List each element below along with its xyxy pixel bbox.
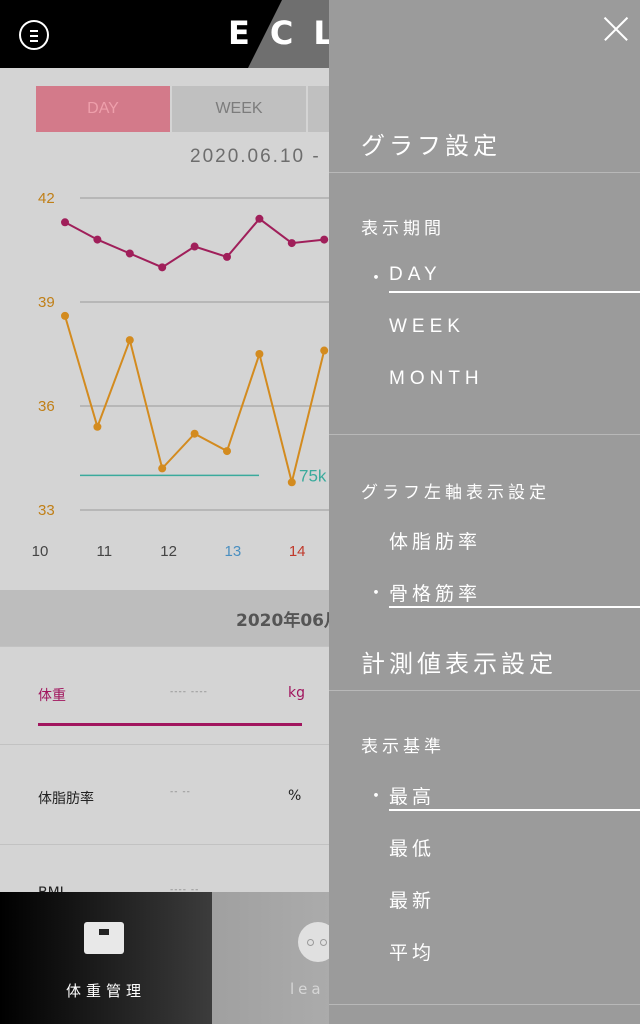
data-point xyxy=(61,311,69,320)
scale-icon xyxy=(84,922,124,954)
menu-icon[interactable] xyxy=(19,20,49,50)
selected-underline xyxy=(38,723,302,726)
metric-value: ---- ---- xyxy=(170,687,208,697)
metric-label: 体重 xyxy=(38,688,66,704)
data-point xyxy=(223,252,231,261)
data-point xyxy=(158,263,167,272)
x-tick-label: 12 xyxy=(160,543,177,560)
selected-underline xyxy=(389,291,640,293)
data-point xyxy=(158,464,167,473)
tab-day[interactable]: DAY xyxy=(36,86,170,132)
basis-option-average[interactable]: 平均 xyxy=(389,938,435,965)
target-label: 75k xyxy=(299,466,327,485)
nav-label: lea xyxy=(290,980,325,998)
divider xyxy=(329,172,640,173)
left-axis-option-skeletal-muscle[interactable]: 骨格筋率 xyxy=(389,579,481,606)
left-axis-title: グラフ左軸表示設定 xyxy=(361,483,550,503)
data-point xyxy=(93,235,102,244)
date-range: 2020.06.10 - xyxy=(190,146,321,167)
data-point xyxy=(125,249,134,258)
data-point xyxy=(287,478,296,487)
y-tick-label: 39 xyxy=(38,294,55,311)
basis-option-max[interactable]: 最高 xyxy=(389,782,435,809)
basis-option-latest[interactable]: 最新 xyxy=(389,886,435,913)
divider xyxy=(329,434,640,435)
period-option-week[interactable]: WEEK xyxy=(389,316,465,338)
metric-unit: % xyxy=(288,788,302,804)
y-tick-label: 33 xyxy=(38,502,55,519)
data-point xyxy=(190,429,199,438)
data-point xyxy=(61,218,69,227)
divider xyxy=(329,1004,640,1005)
nav-weight-management[interactable]: 体重管理 xyxy=(0,892,212,1024)
period-option-day[interactable]: DAY xyxy=(389,264,442,286)
y-tick-label: 36 xyxy=(38,398,55,415)
period-tabs: DAY WEEK xyxy=(36,86,336,132)
data-point xyxy=(125,336,134,345)
close-icon[interactable] xyxy=(599,12,633,46)
date-header-label: 2020年06月 xyxy=(236,611,341,631)
x-tick-label: 14 xyxy=(289,543,306,560)
data-point xyxy=(93,422,102,431)
data-point xyxy=(287,239,296,248)
series-line xyxy=(64,315,326,483)
basis-title: 表示基準 xyxy=(361,737,445,757)
x-tick-label: 11 xyxy=(97,543,113,560)
period-title: 表示期間 xyxy=(361,219,445,239)
x-tick-label: 10 xyxy=(32,543,49,560)
period-option-month[interactable]: MONTH xyxy=(389,368,484,390)
divider xyxy=(329,690,640,691)
selected-bullet: ・ xyxy=(367,268,385,289)
data-point xyxy=(255,214,264,223)
graph-settings-drawer: グラフ設定 表示期間 ・ DAY WEEK MONTH グラフ左軸表示設定 体脂… xyxy=(329,0,640,1024)
selected-bullet: ・ xyxy=(367,583,385,604)
graph-settings-title: グラフ設定 xyxy=(361,132,501,160)
x-tick-label: 13 xyxy=(225,543,242,560)
y-tick-label: 42 xyxy=(38,190,55,207)
data-point xyxy=(320,346,329,355)
metric-unit: kg xyxy=(288,685,305,701)
selected-underline xyxy=(389,606,640,608)
data-point xyxy=(223,447,231,456)
selected-bullet: ・ xyxy=(367,786,385,807)
basis-option-min[interactable]: 最低 xyxy=(389,834,435,861)
tab-week[interactable]: WEEK xyxy=(170,86,306,132)
data-point xyxy=(255,350,264,358)
metric-value: -- -- xyxy=(170,787,191,797)
left-axis-option-body-fat[interactable]: 体脂肪率 xyxy=(389,527,481,554)
data-point xyxy=(320,235,329,244)
metric-label: 体脂肪率 xyxy=(38,791,94,807)
selected-underline xyxy=(389,809,640,811)
nav-label: 体重管理 xyxy=(65,982,146,1000)
measure-settings-title: 計測値表示設定 xyxy=(361,650,557,678)
data-point xyxy=(190,242,199,251)
